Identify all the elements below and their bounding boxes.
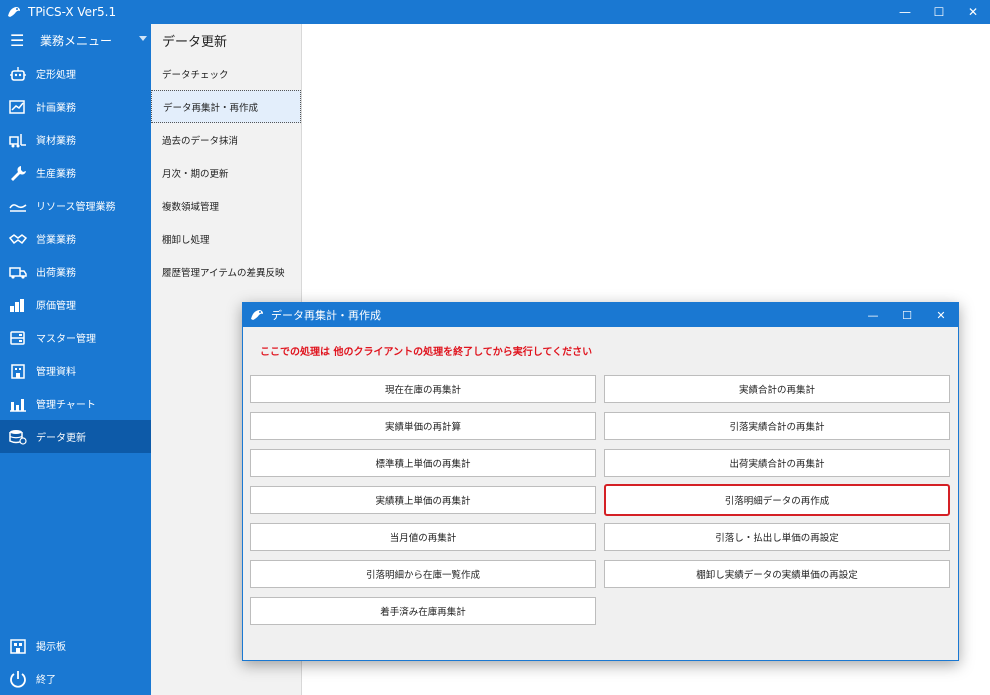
sidebar-item-label: 管理資料 [36, 367, 76, 378]
reset-withdrawal-price-button[interactable]: 引落し・払出し単価の再設定 [604, 523, 950, 551]
sidebar-item-label: 終了 [36, 675, 56, 686]
sidebar-item-kanri-shiryo[interactable]: 管理資料 [0, 354, 151, 387]
submenu-item-purge[interactable]: 過去のデータ抹消 [151, 123, 301, 156]
recalc-standard-cost-button[interactable]: 標準積上単価の再集計 [250, 449, 596, 477]
submenu-item-period-update[interactable]: 月次・期の更新 [151, 156, 301, 189]
submenu-item-recalc[interactable]: データ再集計・再作成 [151, 90, 301, 123]
sidebar-item-label: 営業業務 [36, 235, 76, 246]
handshake-icon [8, 231, 28, 247]
database-refresh-icon [8, 429, 28, 445]
create-stock-list-button[interactable]: 引落明細から在庫一覧作成 [250, 560, 596, 588]
board-icon [8, 638, 28, 654]
submenu-title: データ更新 [162, 35, 228, 50]
recalc-actual-unit-price-button[interactable]: 実績単価の再計算 [250, 412, 596, 440]
forklift-icon [8, 132, 28, 148]
sidebar-item-label: マスター管理 [36, 334, 96, 345]
minimize-button[interactable]: — [888, 0, 922, 24]
sidebar-item-master[interactable]: マスター管理 [0, 321, 151, 354]
chart-edit-icon [8, 99, 28, 115]
recalc-actual-total-button[interactable]: 実績合計の再集計 [604, 375, 950, 403]
submenu-item-inventory[interactable]: 棚卸し処理 [151, 222, 301, 255]
sidebar-item-label: 計画業務 [36, 103, 76, 114]
robot-icon [8, 66, 28, 82]
dialog-title: データ再集計・再作成 [271, 309, 381, 322]
reset-inventory-actual-price-button[interactable]: 棚卸し実績データの実績単価の再設定 [604, 560, 950, 588]
sidebar-item-data-koushin[interactable]: データ更新 [0, 420, 151, 453]
sidebar-item-label: 出荷業務 [36, 268, 76, 279]
recalc-started-stock-button[interactable]: 着手済み在庫再集計 [250, 597, 596, 625]
sidebar-item-label: 定形処理 [36, 70, 76, 81]
dialog-maximize-button[interactable]: ☐ [890, 303, 924, 327]
main-sidebar: ☰ 業務メニュー 定形処理 計画業務 資材業務 生産業務 リソース管理業務 営業… [0, 24, 151, 695]
submenu-item-history-diff[interactable]: 履歴管理アイテムの差異反映 [151, 255, 301, 288]
recalc-dialog: データ再集計・再作成 — ☐ ✕ ここでの処理は 他のクライアントの処理を終了し… [242, 302, 959, 661]
window-titlebar: TPiCS-X Ver5.1 — ☐ ✕ [0, 0, 990, 24]
app-logo-icon [251, 310, 263, 320]
recalc-withdrawal-total-button[interactable]: 引落実績合計の再集計 [604, 412, 950, 440]
sidebar-item-seisan[interactable]: 生産業務 [0, 156, 151, 189]
sidebar-item-label: データ更新 [36, 433, 86, 444]
sidebar-item-keikaku[interactable]: 計画業務 [0, 90, 151, 123]
sidebar-item-label: 管理チャート [36, 400, 96, 411]
wrench-icon [8, 165, 28, 181]
recalc-shipment-total-button[interactable]: 出荷実績合計の再集計 [604, 449, 950, 477]
sidebar-menu-label: 業務メニュー [40, 34, 113, 48]
recalc-current-month-button[interactable]: 当月値の再集計 [250, 523, 596, 551]
sidebar-item-eigyo[interactable]: 営業業務 [0, 222, 151, 255]
dialog-titlebar: データ再集計・再作成 — ☐ ✕ [243, 303, 958, 327]
sidebar-item-keijiban[interactable]: 掲示板 [0, 629, 151, 662]
sidebar-menu-toggle[interactable]: ☰ 業務メニュー [0, 24, 151, 57]
sidebar-item-shukka[interactable]: 出荷業務 [0, 255, 151, 288]
resource-icon [8, 198, 28, 214]
power-icon [8, 670, 28, 688]
coins-icon [8, 297, 28, 313]
dialog-close-button[interactable]: ✕ [924, 303, 958, 327]
sidebar-item-exit[interactable]: 終了 [0, 662, 151, 695]
maximize-button[interactable]: ☐ [922, 0, 956, 24]
recreate-withdrawal-detail-button[interactable]: 引落明細データの再作成 [604, 484, 950, 516]
sidebar-item-genka[interactable]: 原価管理 [0, 288, 151, 321]
close-button[interactable]: ✕ [956, 0, 990, 24]
sidebar-item-label: 原価管理 [36, 301, 76, 312]
warning-message: ここでの処理は 他のクライアントの処理を終了してから実行してください [260, 347, 593, 358]
submenu-item-multi-area[interactable]: 複数領域管理 [151, 189, 301, 222]
sidebar-item-kanri-chart[interactable]: 管理チャート [0, 387, 151, 420]
window-title: TPiCS-X Ver5.1 [28, 5, 117, 19]
master-icon [8, 330, 28, 346]
app-logo-icon [8, 7, 20, 17]
sidebar-item-label: 生産業務 [36, 169, 76, 180]
sidebar-item-shizai[interactable]: 資材業務 [0, 123, 151, 156]
truck-icon [8, 264, 28, 280]
recalc-current-stock-button[interactable]: 現在在庫の再集計 [250, 375, 596, 403]
building-icon [8, 363, 28, 379]
bar-chart-icon [8, 396, 28, 412]
sidebar-item-label: 資材業務 [36, 136, 76, 147]
sidebar-item-teikei[interactable]: 定形処理 [0, 57, 151, 90]
caret-down-icon [139, 36, 147, 41]
sidebar-item-resource[interactable]: リソース管理業務 [0, 189, 151, 222]
sidebar-item-label: リソース管理業務 [36, 202, 116, 213]
recalc-actual-cost-button[interactable]: 実績積上単価の再集計 [250, 486, 596, 514]
dialog-minimize-button[interactable]: — [856, 303, 890, 327]
submenu-item-data-check[interactable]: データチェック [151, 57, 301, 90]
sidebar-item-label: 掲示板 [36, 642, 66, 653]
hamburger-icon: ☰ [10, 31, 25, 50]
